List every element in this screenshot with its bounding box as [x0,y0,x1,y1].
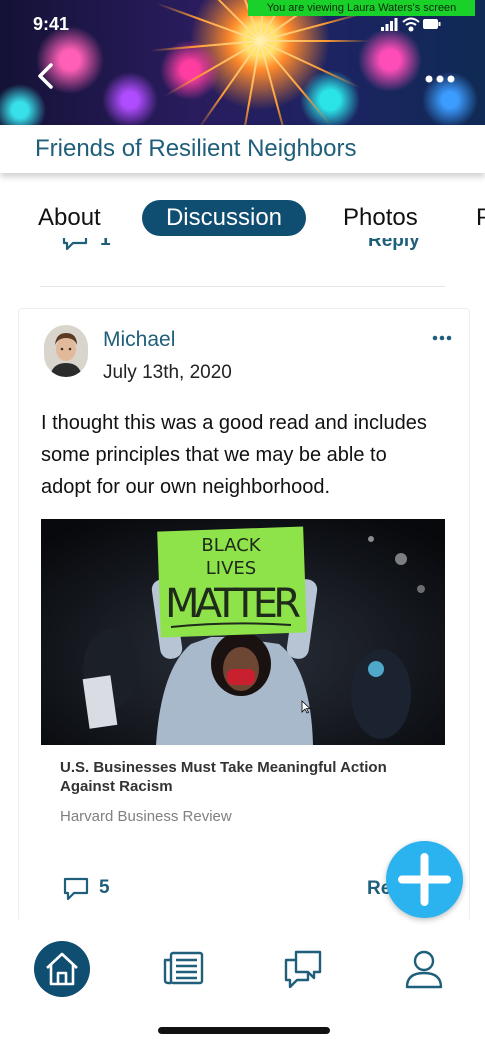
screen-share-banner: You are viewing Laura Waters's screen [248,0,475,16]
chat-icon [284,950,322,989]
previous-reply-button[interactable]: Reply [368,238,420,252]
author-avatar[interactable] [44,325,88,377]
home-indicator [158,1027,330,1034]
sign-line-3: MATTER [165,581,301,627]
protest-photo: BLACK LIVES MATTER [41,519,445,745]
plus-icon [398,853,451,906]
post-date: July 13th, 2020 [103,362,232,383]
comment-icon[interactable] [62,876,90,902]
post-author-name[interactable]: Michael [103,328,175,352]
sign-line-1: BLACK [201,535,261,556]
status-icons [381,17,441,32]
tab-photos[interactable]: Photos [343,200,418,236]
comment-icon[interactable] [61,238,89,252]
nav-profile[interactable] [395,940,453,998]
more-options-icon[interactable] [424,70,456,88]
nav-newsfeed[interactable] [154,940,212,998]
add-post-button[interactable] [386,841,463,918]
group-title: Friends of Resilient Neighbors [35,135,357,162]
divider [40,286,445,287]
comment-count[interactable]: 5 [99,877,110,899]
article-source: Harvard Business Review [60,808,232,825]
status-bar-time: 9:41 [33,14,70,34]
article-title[interactable]: U.S. Businesses Must Take Meaningful Act… [60,758,430,796]
profile-icon [405,950,443,989]
previous-post-actions: 1 Reply [40,238,445,264]
article-preview-image[interactable]: BLACK LIVES MATTER [41,519,445,745]
mouse-cursor-icon [301,700,311,714]
wifi-icon [402,17,420,32]
post-more-options-icon[interactable] [432,334,452,342]
previous-comment-count: 1 [100,238,111,250]
tab-about[interactable]: About [38,200,101,236]
back-arrow-icon[interactable] [34,60,60,92]
tab-discussion[interactable]: Discussion [142,200,306,236]
sign-line-2: LIVES [206,558,256,579]
newspaper-icon [163,951,204,985]
nav-messages[interactable] [274,940,332,998]
post-body-text: I thought this was a good read and inclu… [41,412,427,498]
battery-icon [423,19,441,29]
avatar-photo [44,325,88,377]
tab-overflow[interactable]: P [476,200,485,236]
signal-icon [381,18,398,31]
nav-home[interactable] [33,940,91,998]
